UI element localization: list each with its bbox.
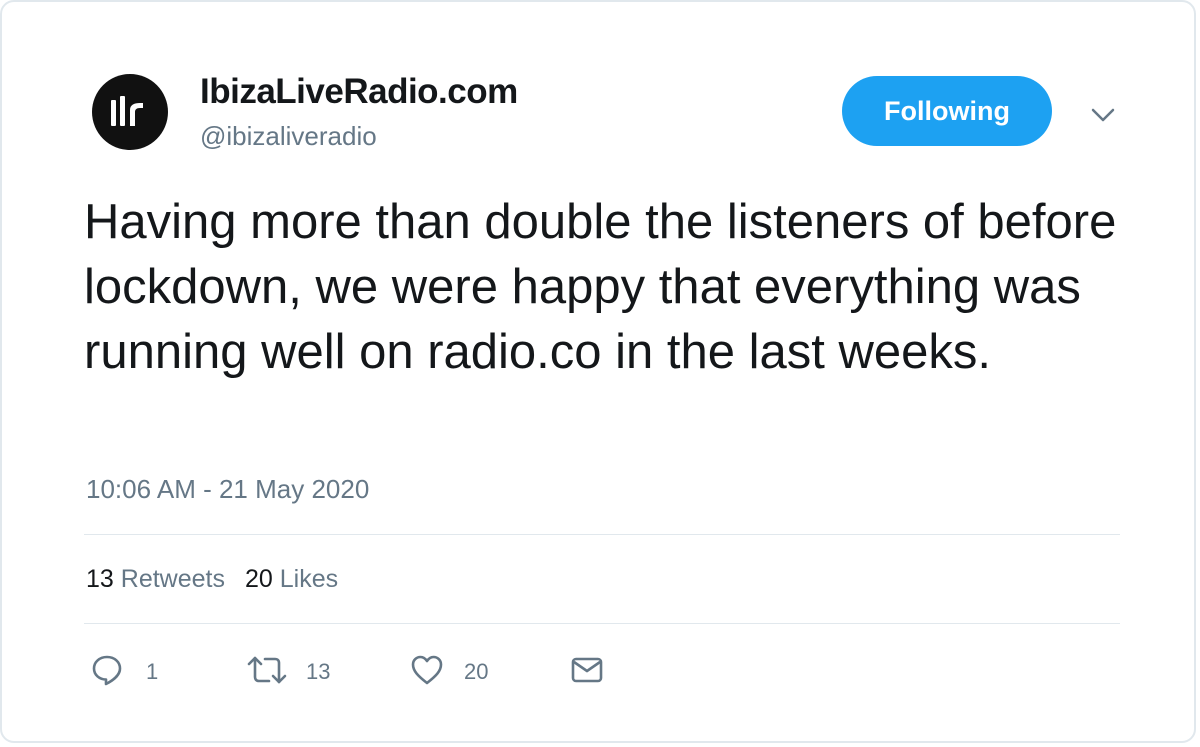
like-count: 20 <box>464 659 489 684</box>
reply-count: 1 <box>146 659 159 684</box>
divider <box>84 534 1120 535</box>
tweet-actions: 1 13 20 <box>2 652 1194 692</box>
retweet-icon <box>247 656 287 684</box>
chevron-down-icon[interactable] <box>1088 100 1118 130</box>
display-name[interactable]: IbizaLiveRadio.com <box>200 72 518 112</box>
like-button[interactable]: 20 <box>410 652 488 688</box>
envelope-icon <box>571 657 603 683</box>
reply-button[interactable]: 1 <box>90 652 158 688</box>
retweets-count: 13 <box>86 565 114 593</box>
tweet-stats: 13 Retweets 20 Likes <box>86 565 338 594</box>
retweets-stat[interactable]: 13 Retweets <box>86 565 225 594</box>
following-button[interactable]: Following <box>842 76 1052 146</box>
retweet-button[interactable]: 13 <box>246 652 330 688</box>
retweet-count: 13 <box>306 659 331 684</box>
avatar[interactable] <box>92 74 168 150</box>
tweet-timestamp[interactable]: 10:06 AM - 21 May 2020 <box>86 474 369 505</box>
tweet-card: IbizaLiveRadio.com @ibizaliveradio Follo… <box>0 0 1196 743</box>
retweets-label: Retweets <box>120 565 225 593</box>
reply-icon <box>92 655 122 686</box>
divider <box>84 623 1120 624</box>
account-handle[interactable]: @ibizaliveradio <box>200 121 377 152</box>
tweet-text: Having more than double the listeners of… <box>84 195 1117 379</box>
likes-label: Likes <box>279 565 339 593</box>
ilr-logo-icon <box>111 96 143 126</box>
direct-message-button[interactable] <box>570 652 604 688</box>
heart-icon <box>411 655 443 685</box>
likes-count: 20 <box>244 565 273 593</box>
likes-stat[interactable]: 20 Likes <box>245 565 338 594</box>
